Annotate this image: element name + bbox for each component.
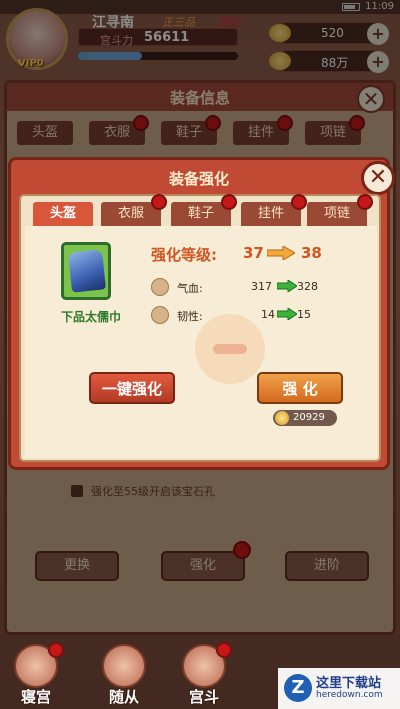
coin-icon [275,411,289,425]
stat-toughness-current: 14 [261,308,275,321]
enhance-level-current: 37 [243,244,264,262]
nav-item-followers[interactable]: 随从 [96,644,152,708]
modal-title: 装备强化 [168,170,229,188]
enhance-cost-value: 20929 [293,412,325,423]
equipment-enhance-modal: 装备强化 ✕ 头盔 衣服 鞋子 挂件 项链 下品太儒巾 强化等级: 37 38 … [8,157,395,470]
site-logo-icon: Z [284,674,312,702]
equipment-name: 下品太儒巾 [60,310,121,324]
tab-pendant[interactable]: 挂件 [241,194,307,226]
nav-item-bedchamber[interactable]: 寝宫 [8,642,64,708]
toughness-icon [151,306,169,324]
tab-label: 鞋子 [187,206,214,221]
stat-name-toughness: 韧性: [177,310,203,323]
watermark-url: heredown.com [316,690,383,700]
stat-hp-next: 328 [297,280,318,293]
tab-label: 衣服 [117,206,144,221]
tab-label: 头盔 [49,206,76,221]
tab-label: 挂件 [257,206,284,221]
one-key-enhance-label: 一键强化 [101,380,162,398]
enhance-cost: 20929 [273,410,337,426]
enhance-level-label: 强化等级: [151,246,217,264]
notification-dot [216,642,232,658]
notification-dot [357,194,373,210]
watermark-text: 这里下载站 [316,676,382,691]
modal-body: 头盔 衣服 鞋子 挂件 项链 下品太儒巾 强化等级: 37 38 气血: 317 [19,194,381,462]
stat-toughness-next: 15 [297,308,311,321]
modal-close-button[interactable]: ✕ [361,161,395,195]
follower-icon [102,644,146,688]
tab-necklace[interactable]: 项链 [307,194,373,226]
nav-label-followers: 随从 [108,688,139,706]
mascot-watermark-icon [195,314,265,384]
notification-dot [291,194,307,210]
nav-label-palace-fight: 宫斗 [188,688,219,706]
heart-icon [151,278,169,296]
notification-dot [221,194,237,210]
tab-shoes[interactable]: 鞋子 [171,194,237,226]
arrow-right-green-icon [277,308,297,320]
tab-clothes[interactable]: 衣服 [101,194,167,226]
helmet-icon [68,249,106,293]
arrow-right-green-icon [277,280,297,292]
nav-label-bedchamber: 寝宫 [20,688,51,706]
equipment-slot[interactable] [61,242,111,300]
nav-item-palace-fight[interactable]: 宫斗 [176,642,232,708]
one-key-enhance-button[interactable]: 一键强化 [89,372,175,404]
site-watermark: Z 这里下载站 heredown.com [278,668,400,709]
modal-tabs: 头盔 衣服 鞋子 挂件 项链 [27,194,377,226]
notification-dot [48,642,64,658]
enhance-button-label: 强 化 [282,380,318,398]
tab-helmet[interactable]: 头盔 [33,202,93,226]
enhance-level-next: 38 [301,244,322,262]
notification-dot [151,194,167,210]
stat-name-hp: 气血: [177,282,203,295]
stat-hp-current: 317 [251,280,272,293]
enhance-content: 下品太儒巾 强化等级: 37 38 气血: 317 328 韧性: 14 15 … [25,226,377,458]
enhance-button[interactable]: 强 化 [257,372,343,404]
tab-label: 项链 [323,206,350,221]
arrow-right-icon [267,246,295,260]
